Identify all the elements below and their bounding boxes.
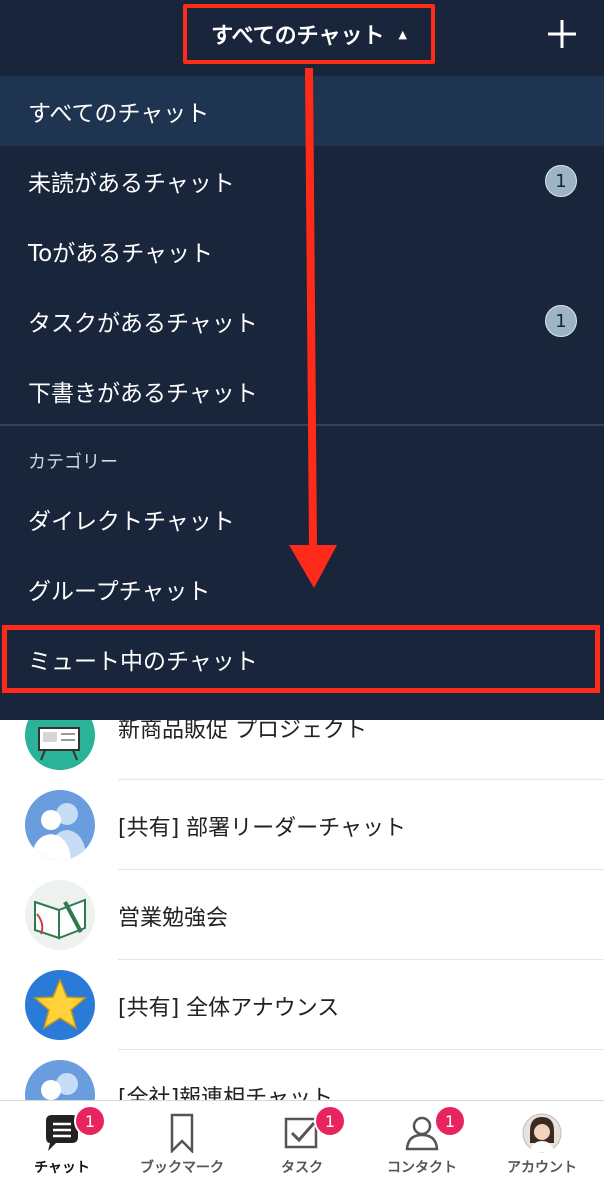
chat-list: 新商品販促 プロジェクト [共有] 部署リーダーチャット 営業勉強会 [共有] … bbox=[0, 720, 604, 1100]
menu-item-direct-chats[interactable]: ダイレクトチャット bbox=[0, 484, 604, 554]
task-count-badge: 1 bbox=[545, 305, 577, 337]
tab-task[interactable]: 1 タスク bbox=[242, 1101, 362, 1201]
caret-up-icon: ▲ bbox=[398, 27, 407, 41]
chat-row[interactable]: [共有] 部署リーダーチャット bbox=[0, 780, 604, 870]
group-silhouette-avatar bbox=[25, 1060, 95, 1100]
tab-account[interactable]: アカウント bbox=[482, 1101, 602, 1201]
chat-row[interactable]: [全社]報連相チャット bbox=[0, 1050, 604, 1100]
menu-item-label: 下書きがあるチャット bbox=[28, 381, 258, 407]
unread-count-badge: 1 bbox=[545, 165, 577, 197]
tab-chat[interactable]: 1 チャット bbox=[2, 1101, 122, 1201]
contact-request-badge: 1 bbox=[434, 1105, 466, 1137]
bottom-tab-bar: 1 チャット ブックマーク 1 タスク 1 コンタクト アカウント bbox=[0, 1100, 604, 1201]
header-bar: すべてのチャット ▲ bbox=[0, 0, 604, 68]
tab-label: コンタクト bbox=[387, 1160, 457, 1176]
chat-filter-menu: すべてのチャット 未読があるチャット 1 Toがあるチャット タスクがあるチャッ… bbox=[0, 68, 604, 720]
chat-row[interactable]: 営業勉強会 bbox=[0, 870, 604, 960]
tab-label: チャット bbox=[34, 1160, 90, 1176]
bookmark-icon bbox=[170, 1113, 194, 1153]
add-chat-button[interactable] bbox=[540, 12, 584, 56]
menu-item-label: タスクがあるチャット bbox=[28, 311, 258, 337]
task-count-badge: 1 bbox=[314, 1105, 346, 1137]
chat-name: 営業勉強会 bbox=[118, 906, 229, 931]
group-silhouette-avatar bbox=[25, 790, 95, 860]
menu-item-draft-chats[interactable]: 下書きがあるチャット bbox=[0, 356, 604, 426]
muted-chats-highlight-box bbox=[2, 625, 600, 693]
chat-name: [共有] 部署リーダーチャット bbox=[118, 816, 406, 841]
chat-filter-title: すべてのチャット bbox=[211, 24, 385, 49]
menu-item-label: Toがあるチャット bbox=[28, 241, 213, 267]
menu-item-all-chats[interactable]: すべてのチャット bbox=[0, 76, 604, 146]
menu-item-task-chats[interactable]: タスクがあるチャット 1 bbox=[0, 286, 604, 356]
menu-item-label: グループチャット bbox=[28, 579, 211, 605]
menu-divider bbox=[0, 424, 604, 426]
chat-row[interactable]: 新商品販促 プロジェクト bbox=[0, 720, 604, 780]
monitor-avatar bbox=[25, 720, 95, 770]
chat-name: 新商品販促 プロジェクト bbox=[118, 720, 367, 743]
tab-label: アカウント bbox=[507, 1160, 577, 1176]
chat-name: [全社]報連相チャット bbox=[118, 1086, 333, 1100]
chat-unread-badge: 1 bbox=[74, 1105, 106, 1137]
plus-icon bbox=[548, 20, 576, 48]
menu-item-to-chats[interactable]: Toがあるチャット bbox=[0, 216, 604, 286]
tab-bookmark[interactable]: ブックマーク bbox=[122, 1101, 242, 1201]
tab-label: タスク bbox=[281, 1160, 323, 1176]
menu-item-label: すべてのチャット bbox=[28, 101, 210, 127]
menu-item-group-chats[interactable]: グループチャット bbox=[0, 554, 604, 624]
category-heading: カテゴリー bbox=[28, 452, 118, 473]
menu-item-unread-chats[interactable]: 未読があるチャット 1 bbox=[0, 146, 604, 216]
menu-item-label: ダイレクトチャット bbox=[28, 509, 235, 535]
notebook-avatar bbox=[25, 880, 95, 950]
account-avatar-icon bbox=[522, 1113, 562, 1153]
tab-contact[interactable]: 1 コンタクト bbox=[362, 1101, 482, 1201]
star-avatar bbox=[25, 970, 95, 1040]
menu-item-label: 未読があるチャット bbox=[28, 171, 235, 197]
chat-row[interactable]: [共有] 全体アナウンス bbox=[0, 960, 604, 1050]
chat-name: [共有] 全体アナウンス bbox=[118, 996, 340, 1021]
tab-label: ブックマーク bbox=[140, 1160, 224, 1176]
chat-filter-dropdown-button[interactable]: すべてのチャット ▲ bbox=[183, 4, 435, 64]
